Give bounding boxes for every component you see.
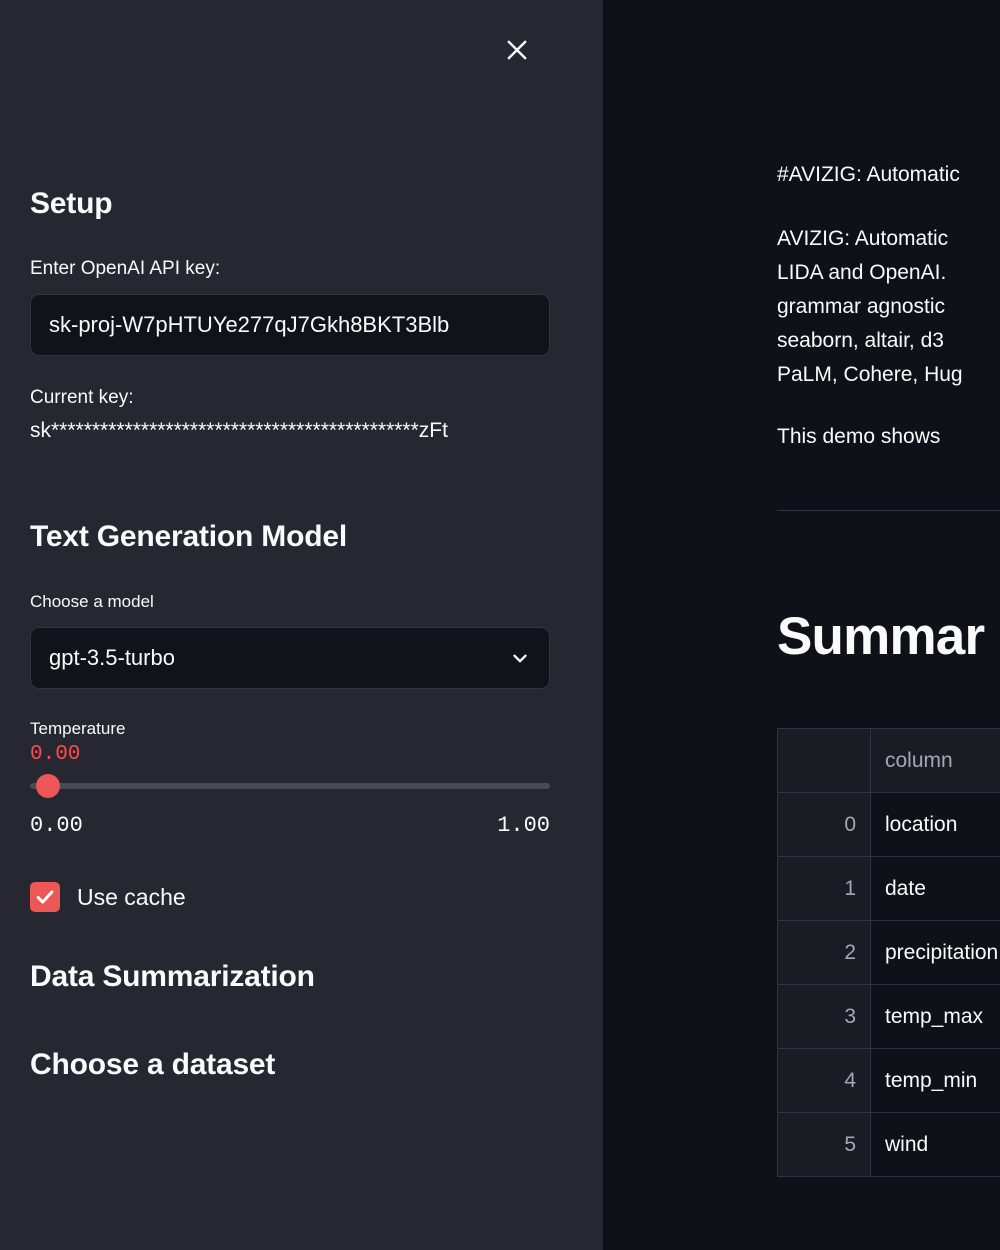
chevron-down-icon bbox=[509, 647, 531, 669]
summary-table: column 0 location 1 date 2 precipitation 3 temp… bbox=[777, 728, 1000, 1178]
table-row: 2 precipitation bbox=[777, 920, 1000, 986]
table-row: 4 temp_min bbox=[777, 1048, 1000, 1114]
api-key-input[interactable] bbox=[30, 293, 550, 356]
model-select[interactable]: gpt-3.5-turbo bbox=[30, 627, 550, 690]
table-cell-column: precipitation bbox=[870, 920, 1000, 986]
table-cell-column: temp_max bbox=[870, 984, 1000, 1050]
api-key-label: Enter OpenAI API key: bbox=[30, 258, 221, 279]
table-row: 0 location bbox=[777, 792, 1000, 858]
temperature-label: Temperature bbox=[30, 719, 126, 739]
table-cell-index: 5 bbox=[777, 1112, 871, 1178]
table-header-column: column bbox=[870, 728, 1000, 794]
table-row: 3 temp_max bbox=[777, 984, 1000, 1050]
intro-line-6: This demo shows bbox=[777, 425, 941, 449]
slider-min-label: 0.00 bbox=[30, 813, 83, 839]
sidebar-content: Setup Enter OpenAI API key: Current key:… bbox=[30, 0, 550, 1083]
data-summarization-heading: Data Summarization bbox=[30, 960, 315, 994]
table-cell-column: wind bbox=[870, 1112, 1000, 1178]
text-generation-model-heading: Text Generation Model bbox=[30, 519, 347, 553]
intro-line-3: grammar agnostic bbox=[777, 295, 946, 319]
table-cell-index: 0 bbox=[777, 792, 871, 858]
intro-line-4: seaborn, altair, d3 bbox=[777, 329, 944, 353]
main-panel: #AVIZIG: Automatic AVIZIG: Automatic LID… bbox=[603, 0, 1000, 1250]
table-header-index bbox=[777, 728, 871, 794]
table-cell-index: 4 bbox=[777, 1048, 871, 1114]
table-row: 5 wind bbox=[777, 1112, 1000, 1178]
table-header-row: column bbox=[777, 728, 1000, 794]
slider-max-label: 1.00 bbox=[497, 813, 550, 839]
slider-range-labels: 0.00 1.00 bbox=[30, 813, 550, 838]
table-cell-column: date bbox=[870, 856, 1000, 922]
intro-line-0: #AVIZIG: Automatic bbox=[777, 163, 960, 186]
use-cache-checkbox[interactable]: Use cache bbox=[30, 882, 186, 913]
current-key-value: sk**************************************… bbox=[30, 419, 448, 443]
intro-line-2: LIDA and OpenAI. bbox=[777, 261, 947, 285]
app-root: Setup Enter OpenAI API key: Current key:… bbox=[0, 0, 1000, 1250]
choose-dataset-heading: Choose a dataset bbox=[30, 1048, 276, 1082]
table-row: 1 date bbox=[777, 856, 1000, 922]
temperature-value: 0.00 bbox=[30, 742, 81, 766]
table-cell-column: location bbox=[870, 792, 1000, 858]
table-cell-index: 3 bbox=[777, 984, 871, 1050]
intro-line-1: AVIZIG: Automatic bbox=[777, 227, 949, 251]
table-cell-index: 1 bbox=[777, 856, 871, 922]
table-cell-index: 2 bbox=[777, 920, 871, 986]
temperature-slider[interactable] bbox=[30, 773, 550, 799]
slider-thumb[interactable] bbox=[36, 774, 60, 799]
summary-title: Summar bbox=[777, 607, 985, 667]
model-select-label: Choose a model bbox=[30, 591, 154, 611]
current-key-label: Current key: bbox=[30, 386, 134, 408]
table-cell-column: temp_min bbox=[870, 1048, 1000, 1114]
intro-line-5: PaLM, Cohere, Hug bbox=[777, 363, 963, 387]
model-select-value: gpt-3.5-turbo bbox=[49, 645, 175, 671]
settings-sidebar: Setup Enter OpenAI API key: Current key:… bbox=[0, 0, 603, 1250]
main-content: #AVIZIG: Automatic AVIZIG: Automatic LID… bbox=[777, 0, 1000, 1178]
setup-heading: Setup bbox=[30, 187, 113, 220]
use-cache-label: Use cache bbox=[77, 883, 186, 910]
table-body: 0 location 1 date 2 precipitation 3 temp_max 4 te… bbox=[777, 792, 1000, 1178]
check-icon bbox=[30, 882, 60, 913]
slider-track[interactable] bbox=[30, 783, 550, 790]
